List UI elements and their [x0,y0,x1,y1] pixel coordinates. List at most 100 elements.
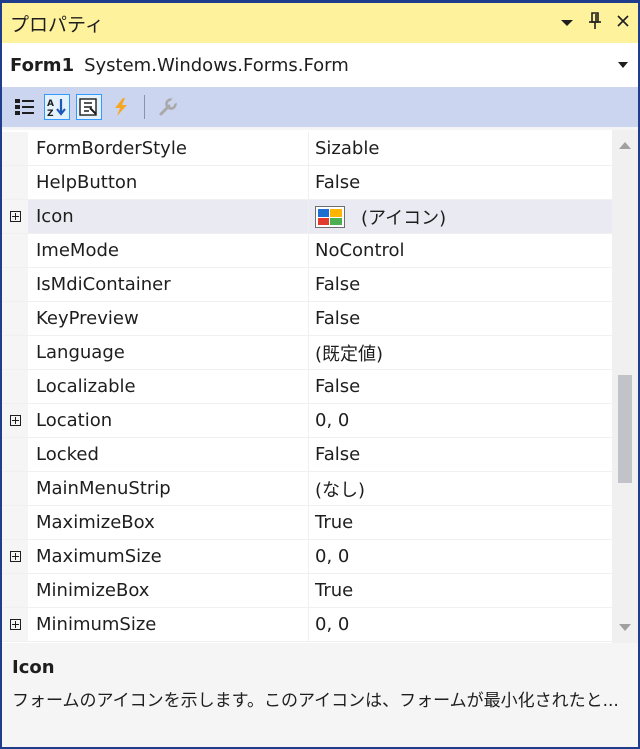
property-value-text: False [315,172,361,193]
property-name[interactable]: ImeMode [28,234,309,267]
toolbar: A Z [2,87,638,127]
row-gutter [2,574,28,607]
property-row[interactable]: MaximumSize 0, 0 [2,540,612,574]
row-gutter [2,336,28,369]
scroll-down-arrow[interactable] [619,624,631,631]
property-name[interactable]: MainMenuStrip [28,472,309,505]
row-gutter [2,234,28,267]
alphabetical-button[interactable]: A Z [44,94,70,120]
property-name[interactable]: Icon [28,200,309,233]
property-row[interactable]: IsMdiContainer False [2,268,612,302]
property-rows: FormBorderStyle Sizable HelpButton False Ico… [2,132,612,642]
pin-button[interactable] [588,12,602,34]
property-name[interactable]: MinimumSize [28,608,309,641]
property-name[interactable]: Language [28,336,309,369]
toolbar-separator [144,95,145,119]
row-gutter [2,608,28,641]
expand-plus-icon[interactable] [9,619,21,630]
property-value[interactable]: Sizable [309,132,612,165]
property-value[interactable]: (なし) [309,472,612,505]
property-row[interactable]: MaximizeBox True [2,506,612,540]
property-value[interactable]: 0, 0 [309,540,612,573]
panel-title: プロパティ [10,13,104,36]
property-name[interactable]: IsMdiContainer [28,268,309,301]
svg-text:Z: Z [47,109,54,117]
property-value-text: (アイコン) [361,207,447,229]
property-value[interactable]: False [309,438,612,471]
description-text: フォームのアイコンを示します。このアイコンは、フォームが最小化されたと... [12,691,619,711]
property-row[interactable]: KeyPreview False [2,302,612,336]
form-icon-thumbnail [315,205,345,228]
lightning-icon [115,98,127,116]
property-value-text: (なし) [315,479,366,501]
close-icon [617,15,629,27]
properties-icon [79,98,97,116]
property-value[interactable]: True [309,574,612,607]
property-value-text: 0, 0 [315,546,350,567]
categorized-icon [15,99,34,115]
vertical-scrollbar[interactable] [612,130,638,643]
events-button[interactable] [108,94,134,120]
property-value[interactable]: (アイコン) [309,200,612,233]
property-name[interactable]: HelpButton [28,166,309,199]
property-value-text: (既定値) [315,343,384,365]
expand-plus-icon[interactable] [9,211,21,222]
property-name[interactable]: Localizable [28,370,309,403]
property-name[interactable]: MaximizeBox [28,506,309,539]
property-value-text: False [315,444,361,465]
object-type: System.Windows.Forms.Form [84,54,349,76]
categorized-button[interactable] [12,94,38,120]
description-title: Icon [12,657,55,678]
property-name[interactable]: MaximumSize [28,540,309,573]
scroll-up-arrow[interactable] [619,142,631,149]
property-value[interactable]: False [309,166,612,199]
property-row[interactable]: HelpButton False [2,166,612,200]
property-value[interactable]: (既定値) [309,336,612,369]
property-value-text: False [315,274,361,295]
property-row[interactable]: Locked False [2,438,612,472]
row-gutter [2,472,28,505]
property-row[interactable]: FormBorderStyle Sizable [2,132,612,166]
chevron-down-icon[interactable] [618,61,628,69]
dropdown-button[interactable] [560,14,574,32]
property-name[interactable]: KeyPreview [28,302,309,335]
property-row[interactable]: ImeMode NoControl [2,234,612,268]
property-name[interactable]: MinimizeBox [28,574,309,607]
property-value-text: 0, 0 [315,614,350,635]
property-value[interactable]: False [309,268,612,301]
wrench-icon [159,97,178,116]
row-gutter [2,200,28,233]
property-row[interactable]: MinimumSize 0, 0 [2,608,612,642]
svg-text:A: A [47,99,54,109]
expand-plus-icon[interactable] [9,415,21,426]
row-gutter [2,268,28,301]
property-value[interactable]: NoControl [309,234,612,267]
description-pane: Icon フォームのアイコンを示します。このアイコンは、フォームが最小化されたと… [2,645,638,745]
property-name[interactable]: Locked [28,438,309,471]
property-value-text: Sizable [315,138,380,159]
property-row[interactable]: Location 0, 0 [2,404,612,438]
property-row[interactable]: Icon (アイコン) [2,200,612,234]
property-row[interactable]: Language (既定値) [2,336,612,370]
property-value-text: True [315,580,354,601]
chevron-down-icon [561,20,573,26]
properties-button[interactable] [76,94,102,120]
alphabetical-icon: A Z [47,99,66,117]
property-row[interactable]: MainMenuStrip (なし) [2,472,612,506]
property-value-text: False [315,308,361,329]
property-value[interactable]: 0, 0 [309,608,612,641]
property-value[interactable]: 0, 0 [309,404,612,437]
property-value[interactable]: True [309,506,612,539]
expand-plus-icon[interactable] [9,551,21,562]
property-pages-button[interactable] [155,94,181,120]
object-selector[interactable]: Form1 System.Windows.Forms.Form [2,43,638,87]
property-name[interactable]: Location [28,404,309,437]
property-grid: FormBorderStyle Sizable HelpButton False Ico… [2,130,638,643]
close-button[interactable] [616,14,630,32]
property-row[interactable]: MinimizeBox True [2,574,612,608]
property-row[interactable]: Localizable False [2,370,612,404]
property-value[interactable]: False [309,302,612,335]
property-value[interactable]: False [309,370,612,403]
property-name[interactable]: FormBorderStyle [28,132,309,165]
scrollbar-thumb[interactable] [618,375,632,483]
